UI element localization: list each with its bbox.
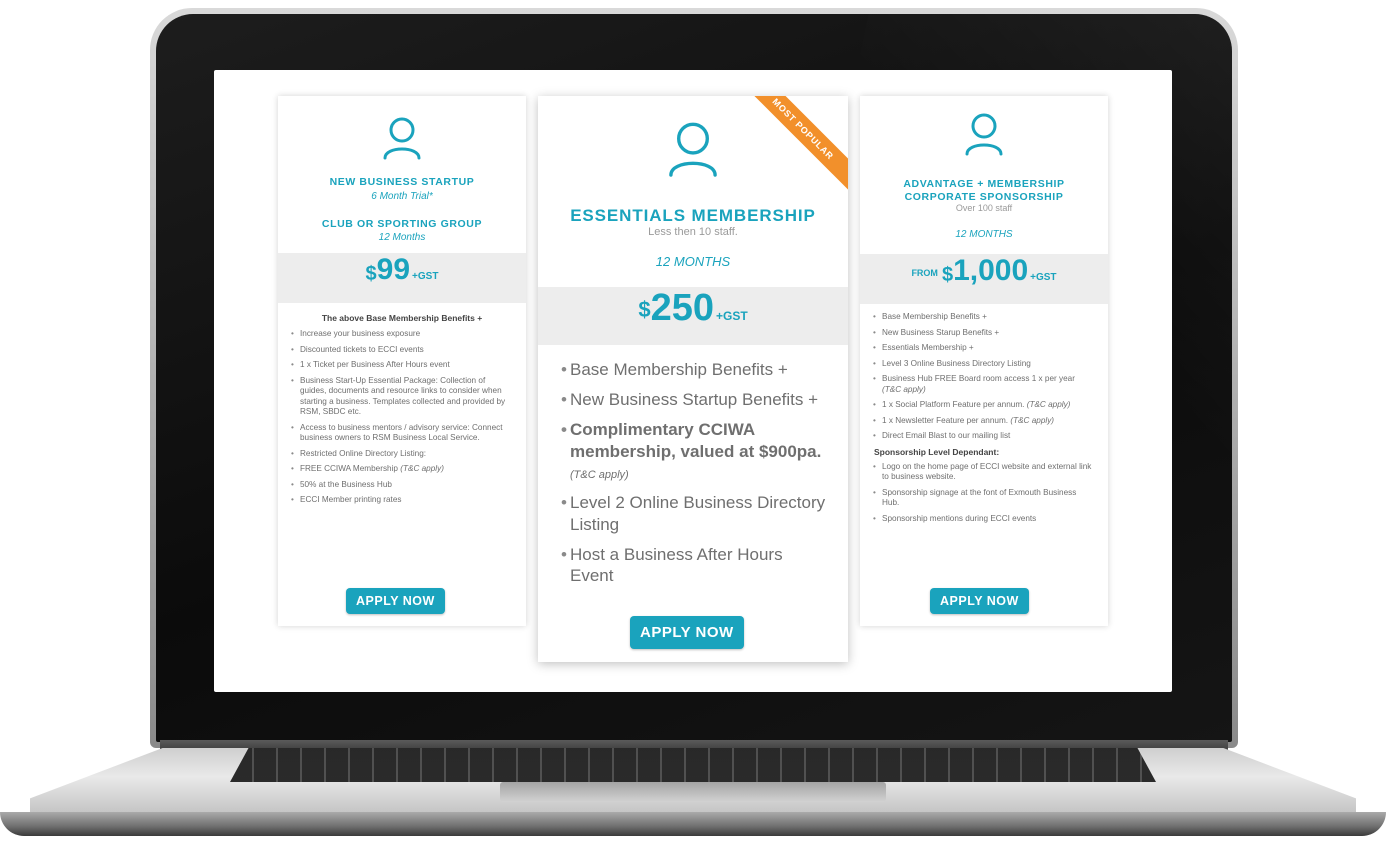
price-amount: 99 (376, 253, 411, 287)
user-icon (383, 117, 421, 160)
list-item: 1 x Social Platform Feature per annum. (… (873, 400, 1094, 411)
list-item: Base Membership Benefits + (873, 312, 1094, 323)
card-title: ESSENTIALS MEMBERSHIP (570, 206, 816, 225)
price-band: FROM $ 1,000 +GST (860, 254, 1108, 305)
benefits-list: Base Membership Benefits + New Business … (538, 359, 848, 587)
list-item: Direct Email Blast to our mailing list (873, 431, 1094, 442)
benefits-list: Increase your business exposure Discount… (278, 329, 526, 506)
list-item: 1 x Ticket per Business After Hours even… (291, 360, 510, 371)
card-subtitle-secondary: 12 Months (378, 232, 426, 244)
user-icon (669, 122, 717, 177)
list-item: Business Hub FREE Board room access 1 x … (873, 374, 1094, 395)
apply-now-button[interactable]: APPLY NOW (930, 588, 1029, 614)
price-band: $ 99 +GST (278, 253, 526, 304)
user-icon (965, 113, 1003, 156)
list-item: New Business Startup Benefits + (561, 389, 828, 411)
card-subtitle: 6 Month Trial* (371, 190, 433, 202)
list-item: Essentials Membership + (873, 343, 1094, 354)
sponsorship-list: Logo on the home page of ECCI website an… (860, 462, 1108, 525)
tc-note: (T&C apply) (1026, 400, 1071, 410)
list-item: Level 3 Online Business Directory Listin… (873, 359, 1094, 370)
price-gst: +GST (715, 309, 748, 324)
price-band: $ 250 +GST (538, 287, 848, 346)
sponsorship-heading: Sponsorship Level Dependant: (874, 446, 1000, 457)
price-currency: $ (365, 263, 377, 286)
list-item: Increase your business exposure (291, 329, 510, 340)
benefits-list: Base Membership Benefits + New Business … (860, 312, 1108, 442)
list-item: 50% at the Business Hub (291, 480, 510, 491)
benefits-heading: The above Base Membership Benefits + (321, 313, 483, 324)
card-title: ADVANTAGE + MEMBERSHIP (903, 178, 1065, 190)
card-title: NEW BUSINESS STARTUP (329, 176, 475, 188)
price-from: FROM (911, 268, 938, 279)
staff-count: Over 100 staff (955, 203, 1013, 214)
list-item: Base Membership Benefits + (561, 359, 828, 381)
list-item: Host a Business After Hours Event (561, 544, 828, 588)
tc-note: (T&C apply) (882, 384, 926, 394)
price-amount: 250 (650, 287, 714, 330)
list-item: FREE CCIWA Membership (T&C apply) (291, 464, 510, 475)
laptop-screen: NEW BUSINESS STARTUP 6 Month Trial* CLUB… (214, 70, 1172, 692)
list-item: Access to business mentors / advisory se… (291, 423, 510, 444)
list-item-highlight: Complimentary CCIWA membership, valued a… (561, 419, 828, 484)
card-title-secondary: CLUB OR SPORTING GROUP (321, 217, 483, 230)
list-item: Discounted tickets to ECCI events (291, 345, 510, 356)
laptop-keyboard (230, 748, 1156, 782)
list-item: ECCI Member printing rates (291, 495, 510, 506)
staff-count: Less then 10 staff. (648, 226, 738, 239)
price-amount: 1,000 (953, 254, 1029, 288)
list-item: Level 2 Online Business Directory Listin… (561, 492, 828, 536)
tc-note: (T&C apply) (400, 464, 444, 474)
tc-note: (T&C apply) (1010, 415, 1055, 425)
apply-now-button[interactable]: APPLY NOW (346, 588, 445, 614)
list-item: New Business Starup Benefits + (873, 328, 1094, 339)
price-gst: +GST (1030, 272, 1057, 284)
card-title-secondary: CORPORATE SPONSORSHIP (904, 190, 1064, 203)
price-currency: $ (941, 264, 954, 287)
list-item: Sponsorship signage at the font of Exmou… (873, 488, 1094, 509)
list-item: 1 x Newsletter Feature per annum. (T&C a… (873, 415, 1094, 427)
pricing-card-essentials: MOST POPULAR ESSENTIALS MEMBERSHIP Less … (538, 96, 848, 662)
membership-period: 12 MONTHS (955, 229, 1013, 241)
laptop-trackpad (500, 782, 886, 802)
price-gst: +GST (412, 271, 439, 283)
list-item: Sponsorship mentions during ECCI events (873, 514, 1094, 525)
most-popular-ribbon: MOST POPULAR (735, 96, 848, 197)
pricing-card-advantage: ADVANTAGE + MEMBERSHIP CORPORATE SPONSOR… (860, 96, 1108, 626)
tc-note: (T&C apply) (570, 469, 629, 482)
list-item: Logo on the home page of ECCI website an… (873, 462, 1094, 483)
list-item: Restricted Online Directory Listing: (291, 449, 510, 460)
apply-now-button[interactable]: APPLY NOW (630, 616, 744, 649)
laptop-base-edge (0, 812, 1386, 836)
list-item: Business Start-Up Essential Package: Col… (291, 376, 510, 418)
membership-period: 12 MONTHS (655, 254, 731, 270)
pricing-card-startup: NEW BUSINESS STARTUP 6 Month Trial* CLUB… (278, 96, 526, 626)
price-currency: $ (638, 297, 651, 323)
